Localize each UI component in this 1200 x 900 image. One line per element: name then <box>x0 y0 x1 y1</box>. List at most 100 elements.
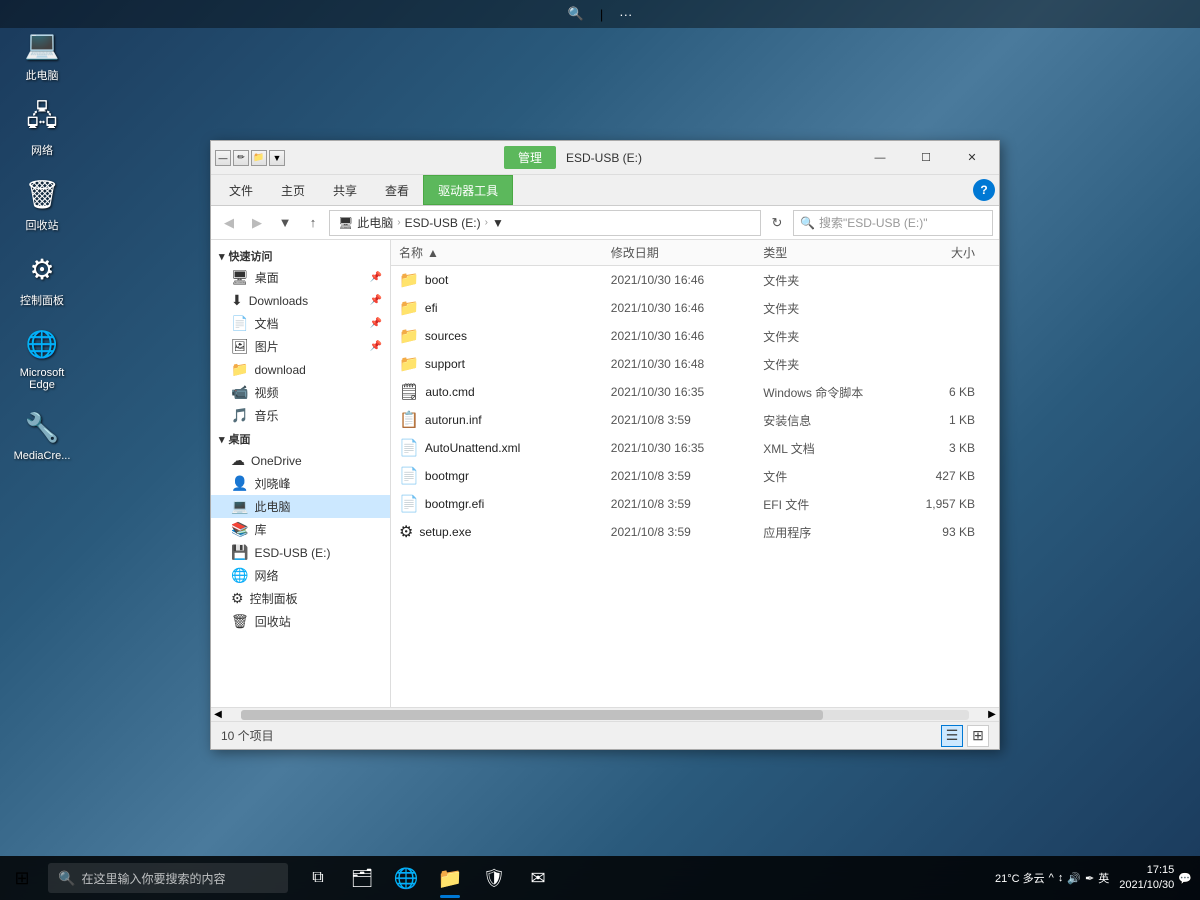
recycle-icon: 🗑 <box>22 174 62 214</box>
desktop-icon-network[interactable]: 🖧 网络 <box>8 95 76 162</box>
quick-access-dropdown[interactable]: ▼ <box>269 150 285 166</box>
taskbar-app-edge[interactable]: 🌐 <box>384 856 428 900</box>
taskbar-app-explorer[interactable]: 📁 <box>428 856 472 900</box>
keyboard-icon[interactable]: 英 <box>1098 870 1109 886</box>
sidebar-item-downloads[interactable]: ⬇ Downloads 📌 <box>211 289 390 312</box>
table-row[interactable]: 📁sources 2021/10/30 16:46 文件夹 <box>391 322 999 350</box>
taskbar-app-security[interactable]: 🛡 <box>472 856 516 900</box>
desktop-icon-media-creator[interactable]: 🔧 MediaCre... <box>8 403 76 466</box>
table-row[interactable]: 📁efi 2021/10/30 16:46 文件夹 <box>391 294 999 322</box>
network-icon[interactable]: ↕ <box>1058 872 1064 884</box>
path-sep2: › <box>485 217 488 228</box>
taskbar-clock[interactable]: 17:15 2021/10/30 <box>1119 863 1174 894</box>
refresh-button[interactable]: ↻ <box>765 211 789 235</box>
more-icon[interactable]: ··· <box>611 4 640 25</box>
taskbar-app-mail[interactable]: ✉ <box>516 856 560 900</box>
forward-button[interactable]: ▶ <box>245 211 269 235</box>
help-button[interactable]: ? <box>973 179 995 201</box>
col-header-date[interactable]: 修改日期 <box>611 244 763 261</box>
separator: | <box>600 7 603 22</box>
up-button[interactable]: ↑ <box>301 211 325 235</box>
file-list: 名称 ▲ 修改日期 类型 大小 📁boot 2021/10/30 16:46 文… <box>391 240 999 707</box>
horizontal-scrollbar[interactable]: ◀ ▶ <box>211 707 999 721</box>
weather-info[interactable]: 21°C 多云 <box>995 870 1045 886</box>
start-button[interactable]: ⊞ <box>0 856 44 900</box>
sidebar-item-this-pc[interactable]: 💻 此电脑 <box>211 495 390 518</box>
table-row[interactable]: 📋autorun.inf 2021/10/8 3:59 安装信息 1 KB <box>391 406 999 434</box>
large-icons-view-button[interactable]: ⊞ <box>967 725 989 747</box>
table-row[interactable]: 📁support 2021/10/30 16:48 文件夹 <box>391 350 999 378</box>
efi-icon: 📄 <box>399 494 419 514</box>
tab-drive-tools[interactable]: 驱动器工具 <box>423 175 513 205</box>
sidebar-item-user[interactable]: 👤 刘晓峰 <box>211 472 390 495</box>
sidebar-item-onedrive[interactable]: ☁ OneDrive <box>211 449 390 472</box>
sidebar-item-pictures[interactable]: 🖼 图片 📌 <box>211 335 390 358</box>
pin-icon: 📌 <box>370 272 382 283</box>
volume-icon[interactable]: 🔊 <box>1067 872 1081 885</box>
taskbar-search[interactable]: 🔍 在这里输入你要搜索的内容 <box>48 863 288 893</box>
table-row[interactable]: 📄AutoUnattend.xml 2021/10/30 16:35 XML 文… <box>391 434 999 462</box>
sidebar-item-video[interactable]: 📹 视频 <box>211 381 390 404</box>
desktop-icon-this-pc[interactable]: 💻 此电脑 <box>8 20 76 87</box>
system-menu-icon[interactable]: — <box>215 150 231 166</box>
notification-icon[interactable]: 💬 <box>1178 872 1192 885</box>
tab-home[interactable]: 主页 <box>267 175 319 205</box>
close-button[interactable]: ✕ <box>949 141 995 175</box>
folder-icon: 📁 <box>399 298 419 318</box>
table-row[interactable]: 📁boot 2021/10/30 16:46 文件夹 <box>391 266 999 294</box>
col-header-type[interactable]: 类型 <box>763 244 890 261</box>
sidebar-quick-access-header[interactable]: ▾ 快速访问 <box>211 244 390 266</box>
desktop-icon-control-panel[interactable]: ⚙ 控制面板 <box>8 245 76 312</box>
back-button[interactable]: ◀ <box>217 211 241 235</box>
desktop-icons-container: 💻 此电脑 🖧 网络 🗑 回收站 ⚙ 控制面板 🌐 Microsoft Edge… <box>8 20 76 466</box>
minimize-button[interactable]: — <box>857 141 903 175</box>
sidebar-item-documents[interactable]: 📄 文档 📌 <box>211 312 390 335</box>
table-row[interactable]: ⚙setup.exe 2021/10/8 3:59 应用程序 93 KB <box>391 518 999 546</box>
tab-view[interactable]: 查看 <box>371 175 423 205</box>
sidebar-item-network[interactable]: 🌐 网络 <box>211 564 390 587</box>
table-row[interactable]: 🗒auto.cmd 2021/10/30 16:35 Windows 命令脚本 … <box>391 378 999 406</box>
sidebar-desktop-header[interactable]: ▾ 桌面 <box>211 427 390 449</box>
taskbar: ⊞ 🔍 在这里输入你要搜索的内容 ⧉ 🗂 🌐 📁 🛡 ✉ <box>0 856 1200 900</box>
path-dropdown[interactable]: ▼ <box>492 216 504 230</box>
sidebar-item-recycle-bin[interactable]: 🗑 回收站 <box>211 610 390 633</box>
sidebar-item-download-folder[interactable]: 📁 download <box>211 358 390 381</box>
details-view-button[interactable]: ☰ <box>941 725 963 747</box>
manage-tab[interactable]: 管理 <box>504 146 556 169</box>
table-row[interactable]: 📄bootmgr.efi 2021/10/8 3:59 EFI 文件 1,957… <box>391 490 999 518</box>
taskbar-task-view[interactable]: ⧉ <box>296 856 340 900</box>
zoom-icon[interactable]: 🔍 <box>560 3 592 25</box>
sidebar-item-library[interactable]: 📚 库 <box>211 518 390 541</box>
file-list-header[interactable]: 名称 ▲ 修改日期 类型 大小 <box>391 240 999 266</box>
maximize-button[interactable]: ☐ <box>903 141 949 175</box>
col-header-size[interactable]: 大小 <box>890 244 991 261</box>
scroll-left-btn[interactable]: ◀ <box>211 709 225 720</box>
desktop-icon-recycle[interactable]: 🗑 回收站 <box>8 170 76 237</box>
table-row[interactable]: 📄bootmgr 2021/10/8 3:59 文件 427 KB <box>391 462 999 490</box>
sidebar-item-esd-usb[interactable]: 💾 ESD-USB (E:) <box>211 541 390 564</box>
sidebar-item-desktop-quick[interactable]: 🖥 桌面 📌 <box>211 266 390 289</box>
tab-file[interactable]: 文件 <box>215 175 267 205</box>
col-header-name[interactable]: 名称 ▲ <box>399 244 611 261</box>
scroll-track <box>241 710 969 720</box>
quick-access-btn1[interactable]: ✏ <box>233 150 249 166</box>
security-taskbar-icon: 🛡 <box>483 868 506 889</box>
scroll-thumb[interactable] <box>241 710 823 720</box>
sidebar-item-control-panel-nav[interactable]: ⚙ 控制面板 <box>211 587 390 610</box>
edge-taskbar-icon: 🌐 <box>394 866 419 891</box>
tab-share[interactable]: 共享 <box>319 175 371 205</box>
network-sidebar-icon: 🌐 <box>231 567 248 584</box>
sidebar-item-music[interactable]: 🎵 音乐 <box>211 404 390 427</box>
pen-icon[interactable]: ✒ <box>1085 872 1094 885</box>
quick-access-btn2[interactable]: 📁 <box>251 150 267 166</box>
nav-dropdown[interactable]: ▼ <box>273 211 297 235</box>
address-path[interactable]: 🖥 此电脑 › ESD-USB (E:) › ▼ <box>329 210 761 236</box>
network-expand-icon[interactable]: ^ <box>1049 872 1054 884</box>
search-box[interactable]: 🔍 搜索"ESD-USB (E:)" <box>793 210 993 236</box>
desktop-icon-edge[interactable]: 🌐 Microsoft Edge <box>8 320 76 395</box>
taskbar-app-switch[interactable]: 🗂 <box>340 856 384 900</box>
path-root: 此电脑 <box>357 214 393 231</box>
pictures-sidebar-icon: 🖼 <box>231 338 249 355</box>
search-icon: 🔍 <box>800 216 815 230</box>
scroll-right-btn[interactable]: ▶ <box>985 709 999 720</box>
